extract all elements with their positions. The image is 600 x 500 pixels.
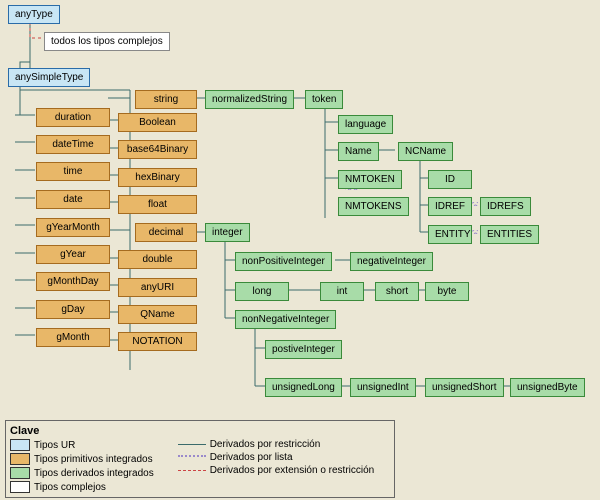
- legend-cplx: Tipos complejos: [34, 482, 106, 493]
- node-dateTime: dateTime: [36, 135, 110, 154]
- node-date: date: [36, 190, 110, 209]
- node-unsignedByte: unsignedByte: [510, 378, 585, 397]
- node-short: short: [375, 282, 419, 301]
- legend-restr: Derivados por restricción: [210, 439, 321, 450]
- node-gYear: gYear: [36, 245, 110, 264]
- node-NCName: NCName: [398, 142, 453, 161]
- node-token: token: [305, 90, 343, 109]
- node-anySimpleType: anySimpleType: [8, 68, 90, 87]
- node-Boolean: Boolean: [118, 113, 197, 132]
- node-time: time: [36, 162, 110, 181]
- legend-ur: Tipos UR: [34, 440, 75, 451]
- node-nonNegativeInteger: nonNegativeInteger: [235, 310, 336, 329]
- node-double: double: [118, 250, 197, 269]
- node-anyURI: anyURI: [118, 278, 197, 297]
- legend-list: Derivados por lista: [210, 452, 293, 463]
- node-anyType: anyType: [8, 5, 60, 24]
- node-base64Binary: base64Binary: [118, 140, 197, 159]
- legend: Clave Tipos UR Tipos primitivos integrad…: [5, 420, 395, 498]
- node-hexBinary: hexBinary: [118, 168, 197, 187]
- node-gYearMonth: gYearMonth: [36, 218, 110, 237]
- node-gMonth: gMonth: [36, 328, 110, 347]
- node-decimal: decimal: [135, 223, 197, 242]
- node-gMonthDay: gMonthDay: [36, 272, 110, 291]
- node-normalizedString: normalizedString: [205, 90, 294, 109]
- node-language: language: [338, 115, 393, 134]
- node-IDREF: IDREF: [428, 197, 472, 216]
- node-nonPositiveInteger: nonPositiveInteger: [235, 252, 332, 271]
- node-ID: ID: [428, 170, 472, 189]
- node-ENTITIES: ENTITIES: [480, 225, 539, 244]
- legend-prim: Tipos primitivos integrados: [34, 454, 153, 465]
- legend-ext: Derivados por extensión o restricción: [210, 465, 375, 476]
- node-duration: duration: [36, 108, 110, 127]
- legend-derv: Tipos derivados integrados: [34, 468, 154, 479]
- legend-title: Clave: [10, 425, 39, 437]
- node-byte: byte: [425, 282, 469, 301]
- node-float: float: [118, 195, 197, 214]
- node-QName: QName: [118, 305, 197, 324]
- node-IDREFS: IDREFS: [480, 197, 531, 216]
- node-string: string: [135, 90, 197, 109]
- node-unsignedInt: unsignedInt: [350, 378, 416, 397]
- node-int: int: [320, 282, 364, 301]
- node-complex: todos los tipos complejos: [44, 32, 170, 51]
- node-unsignedLong: unsignedLong: [265, 378, 342, 397]
- node-NMTOKENS: NMTOKENS: [338, 197, 409, 216]
- node-Name: Name: [338, 142, 379, 161]
- node-integer: integer: [205, 223, 250, 242]
- node-NMTOKEN: NMTOKEN: [338, 170, 402, 189]
- node-unsignedShort: unsignedShort: [425, 378, 504, 397]
- node-negativeInteger: negativeInteger: [350, 252, 433, 271]
- node-gDay: gDay: [36, 300, 110, 319]
- node-postiveInteger: postiveInteger: [265, 340, 342, 359]
- node-long: long: [235, 282, 289, 301]
- node-ENTITY: ENTITY: [428, 225, 472, 244]
- node-NOTATION: NOTATION: [118, 332, 197, 351]
